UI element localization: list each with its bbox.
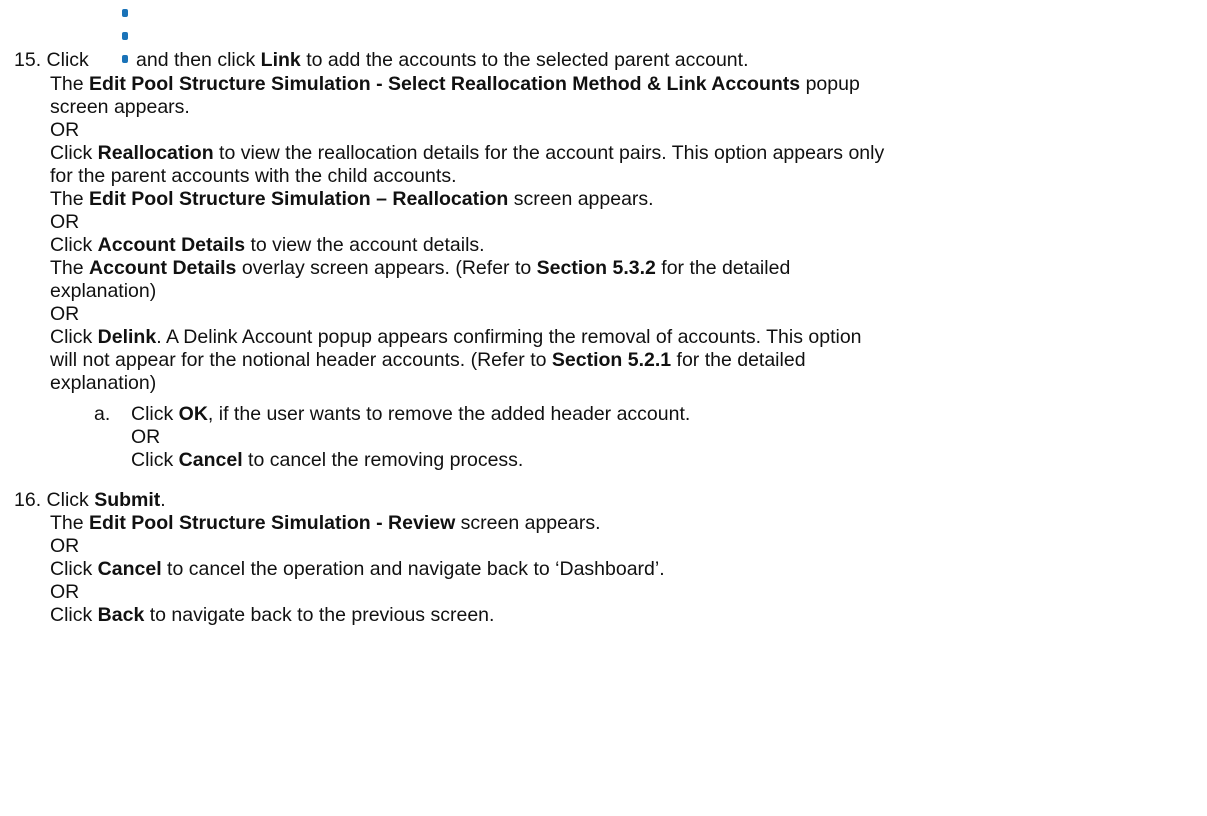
screen-name: Edit Pool Structure Simulation - Select …: [89, 73, 801, 95]
cancel-label: Cancel: [178, 449, 243, 471]
section-reference: Section 5.3.2: [536, 257, 656, 279]
delink-line: Click Delink. A Delink Account popup app…: [50, 326, 862, 348]
text-line: explanation): [50, 372, 157, 394]
text-line: screen appears.: [50, 96, 190, 118]
screen-name: Edit Pool Structure Simulation – Realloc…: [89, 188, 509, 210]
reallocation-result-line: The Edit Pool Structure Simulation – Rea…: [50, 188, 654, 210]
kebab-dot: [122, 55, 128, 63]
kebab-dot: [122, 32, 128, 40]
reallocation-line: Click Reallocation to view the reallocat…: [50, 142, 885, 164]
cancel-operation-line: Click Cancel to cancel the operation and…: [50, 558, 665, 580]
delink-line-2: will not appear for the notional header …: [50, 349, 806, 371]
kebab-menu-icon: [119, 9, 131, 67]
sub-step-letter: a.: [94, 403, 111, 425]
back-label: Back: [97, 604, 145, 626]
account-details-line: Click Account Details to view the accoun…: [50, 234, 485, 256]
step-15-line: 15. Click: [14, 49, 89, 71]
kebab-dot: [122, 9, 128, 17]
back-line: Click Back to navigate back to the previ…: [50, 604, 495, 626]
reallocation-label: Reallocation: [97, 142, 214, 164]
or-separator: OR: [50, 581, 80, 603]
step-number: 15.: [14, 49, 42, 71]
account-details-result-line: The Account Details overlay screen appea…: [50, 257, 791, 279]
step-15-intro: and then click Link to add the accounts …: [136, 49, 749, 71]
step-16-line: 16. Click Submit.: [14, 489, 166, 511]
link-label: Link: [260, 49, 301, 71]
screen-name: Account Details: [89, 257, 237, 279]
or-separator: OR: [50, 535, 80, 557]
step-number: 16.: [14, 489, 42, 511]
or-separator: OR: [50, 211, 80, 233]
or-separator: OR: [50, 119, 80, 141]
text-line: for the parent accounts with the child a…: [50, 165, 457, 187]
screen-name: Edit Pool Structure Simulation - Review: [89, 512, 456, 534]
link-result-line: The Edit Pool Structure Simulation - Sel…: [50, 73, 860, 95]
text-line: explanation): [50, 280, 157, 302]
ok-label: OK: [178, 403, 208, 425]
or-separator: OR: [131, 426, 161, 448]
cancel-label: Cancel: [97, 558, 162, 580]
delink-label: Delink: [97, 326, 157, 348]
submit-result-line: The Edit Pool Structure Simulation - Rev…: [50, 512, 601, 534]
section-reference: Section 5.2.1: [551, 349, 672, 371]
or-separator: OR: [50, 303, 80, 325]
account-details-label: Account Details: [97, 234, 246, 256]
submit-label: Submit: [94, 489, 161, 511]
ok-line: Click OK, if the user wants to remove th…: [131, 403, 691, 425]
cancel-line: Click Cancel to cancel the removing proc…: [131, 449, 524, 471]
